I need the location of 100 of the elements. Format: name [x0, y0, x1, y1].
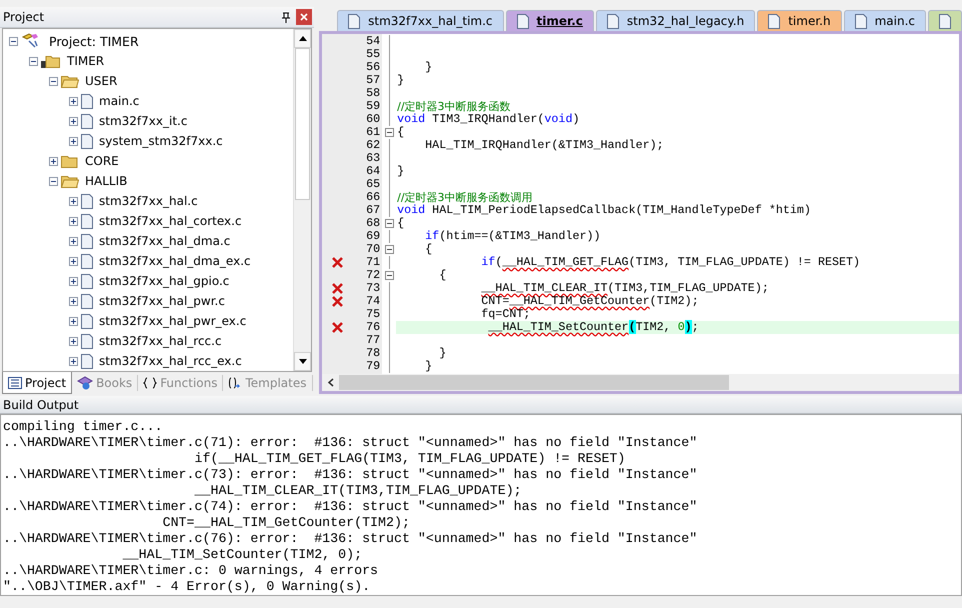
expand-icon[interactable] [69, 336, 78, 346]
file-tab[interactable]: stm32_hal_legacy.h [596, 10, 756, 31]
output-line: __HAL_TIM_CLEAR_IT(TIM3,TIM_FLAG_UPDATE); [194, 483, 523, 499]
tree-item[interactable]: main.c [99, 94, 140, 108]
tree-item[interactable]: system_stm32f7xx.c [99, 134, 223, 148]
tree-item[interactable]: Project: TIMER [49, 34, 139, 48]
line-number: 76 [365, 321, 382, 334]
down-arrow-icon[interactable] [298, 359, 307, 364]
file-icon [81, 94, 93, 108]
collapse-icon[interactable] [49, 76, 58, 86]
line-number: 78 [365, 347, 382, 360]
line-number: 75 [365, 308, 382, 321]
tree-item[interactable]: stm32f7xx_hal_dma.c [99, 234, 230, 248]
pin-icon[interactable] [282, 12, 290, 22]
tree-item[interactable]: stm32f7xx_hal_rcc.c [99, 334, 222, 348]
collapse-icon[interactable] [49, 176, 58, 186]
folder-icon [61, 154, 79, 168]
template-icon [228, 376, 242, 390]
tree-item[interactable]: stm32f7xx_hal_rcc_ex.c [99, 354, 242, 368]
tree-item[interactable]: stm32f7xx_hal.c [99, 194, 198, 208]
vertical-scrollbar[interactable] [293, 29, 312, 371]
file-tab[interactable]: stm32f7xx_hal_tim.c [337, 10, 504, 31]
collapse-icon[interactable] [29, 56, 38, 66]
code-line: { [438, 269, 448, 282]
file-icon [81, 294, 93, 308]
file-tab[interactable]: timer.h [757, 10, 842, 31]
line-number: 65 [365, 178, 382, 191]
code-line: void TIM3_IRQHandler(void) [396, 113, 580, 126]
file-icon [81, 134, 93, 148]
collapse-icon[interactable] [384, 128, 394, 137]
tree-item[interactable]: stm32f7xx_hal_pwr.c [99, 294, 225, 308]
up-arrow-icon[interactable] [298, 36, 307, 41]
expand-icon[interactable] [69, 296, 78, 306]
line-number: 68 [365, 217, 382, 230]
expand-icon[interactable] [69, 316, 78, 326]
code-line: CNT=__HAL_TIM_GetCounter(TIM2); [480, 295, 700, 308]
collapse-icon[interactable] [384, 219, 394, 228]
output-line: ..\HARDWARE\TIMER\timer.c(74): error: #136: struct "<unnamed>" has no field "Instance" [3, 499, 698, 515]
line-number: 58 [365, 87, 382, 100]
expand-icon[interactable] [69, 276, 78, 286]
tree-item[interactable]: USER [85, 74, 118, 88]
line-number: 77 [365, 334, 382, 347]
output-line: ..\HARDWARE\TIMER\timer.c: 0 warnings, 4 errors [3, 563, 380, 579]
line-number: 67 [365, 204, 382, 217]
file-tab[interactable] [928, 10, 962, 31]
output-line: ..\HARDWARE\TIMER\timer.c(76): error: #136: struct "<unnamed>" has no field "Instance" [3, 531, 698, 547]
expand-icon[interactable] [49, 156, 58, 166]
tree-item[interactable]: stm32f7xx_it.c [99, 114, 188, 128]
output-line: ..\HARDWARE\TIMER\timer.c(73): error: #136: struct "<unnamed>" has no field "Instance" [3, 467, 698, 483]
code-line: if(__HAL_TIM_GET_FLAG(TIM3, TIM_FLAG_UPDATE) != RESET) [480, 256, 862, 269]
line-number: 63 [365, 152, 382, 165]
line-number: 73 [365, 282, 382, 295]
open-folder-icon [61, 174, 79, 188]
output-line: ..\HARDWARE\TIMER\timer.c(71): error: #136: struct "<unnamed>" has no field "Instance" [3, 435, 698, 451]
tree-item[interactable]: CORE [85, 154, 119, 168]
line-number: 60 [365, 113, 382, 126]
output-line: compiling timer.c... [3, 419, 164, 435]
line-number: 61 [365, 126, 382, 139]
code-line: { [424, 243, 434, 256]
file-tab[interactable]: timer.c [506, 10, 594, 31]
code-line: if(htim==(&TIM3_Handler)) [424, 230, 602, 243]
tree-item[interactable]: TIMER [67, 54, 104, 68]
line-number: 54 [365, 35, 382, 48]
output-line: CNT=__HAL_TIM_GetCounter(TIM2); [162, 515, 411, 531]
code-line: //定时器3中断服务函数 [396, 100, 512, 113]
tree-item[interactable]: stm32f7xx_hal_dma_ex.c [99, 254, 251, 268]
file-tab[interactable]: main.c [844, 10, 926, 31]
expand-icon[interactable] [69, 356, 78, 366]
line-number: 66 [365, 191, 382, 204]
expand-icon[interactable] [69, 96, 78, 106]
file-icon [348, 14, 360, 28]
code-line: } [396, 74, 406, 87]
expand-icon[interactable] [69, 236, 78, 246]
tree-item[interactable]: stm32f7xx_hal_gpio.c [99, 274, 230, 288]
expand-icon[interactable] [69, 136, 78, 146]
file-icon [768, 14, 780, 28]
expand-icon[interactable] [69, 116, 78, 126]
line-number: 74 [365, 295, 382, 308]
close-button[interactable] [296, 9, 312, 25]
tree-item[interactable]: stm32f7xx_hal_pwr_ex.c [99, 314, 246, 328]
horizontal-scrollbar[interactable] [322, 374, 959, 391]
panel-title: Project [3, 10, 44, 24]
panel-tab[interactable]: Project [2, 372, 72, 394]
expand-icon[interactable] [69, 196, 78, 206]
tree-item[interactable]: stm32f7xx_hal_cortex.c [99, 214, 242, 228]
expand-icon[interactable] [69, 256, 78, 266]
line-number: 56 [365, 61, 382, 74]
expand-icon[interactable] [69, 216, 78, 226]
line-number: 71 [365, 256, 382, 269]
collapse-icon[interactable] [384, 245, 394, 254]
tree-item[interactable]: HALLIB [85, 174, 128, 188]
line-number: 59 [365, 100, 382, 113]
line-number: 57 [365, 74, 382, 87]
file-icon [81, 234, 93, 248]
code-line: void HAL_TIM_PeriodElapsedCallback(TIM_HandleTypeDef *htim) [396, 204, 812, 217]
file-icon [854, 14, 867, 28]
code-line: HAL_TIM_IRQHandler(&TIM3_Handler); [424, 139, 665, 152]
file-icon [81, 114, 93, 128]
collapse-icon[interactable] [9, 36, 18, 46]
collapse-icon[interactable] [384, 271, 394, 280]
